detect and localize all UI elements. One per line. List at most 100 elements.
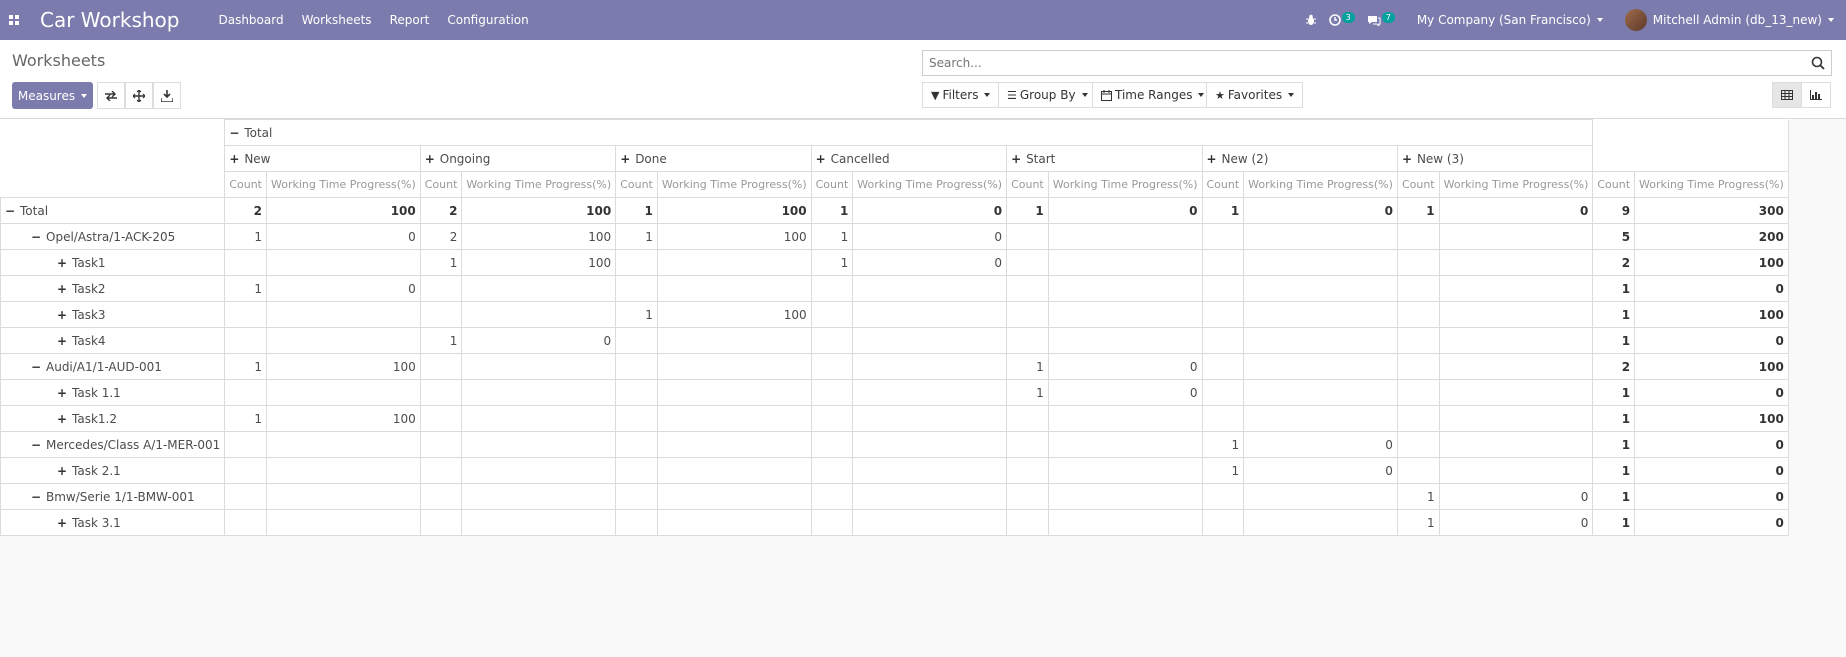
- measure-header-count[interactable]: Count: [1006, 171, 1049, 198]
- cell-count[interactable]: [1006, 457, 1049, 484]
- cell-progress[interactable]: [265, 509, 421, 536]
- menu-dashboard[interactable]: Dashboard: [209, 0, 292, 40]
- cell-count[interactable]: 2: [419, 197, 463, 224]
- cell-count[interactable]: [615, 275, 658, 302]
- row-header[interactable]: − Total: [0, 197, 226, 224]
- cell-total-count[interactable]: 1: [1592, 483, 1636, 510]
- measure-header-progress[interactable]: Working Time Progress(%): [852, 171, 1008, 198]
- cell-count[interactable]: [1201, 509, 1245, 536]
- cell-progress[interactable]: [1243, 353, 1398, 380]
- cell-progress[interactable]: [461, 405, 617, 432]
- cell-progress[interactable]: [461, 353, 617, 380]
- cell-total-count[interactable]: 1: [1592, 275, 1636, 302]
- col-header-status[interactable]: + Done: [615, 145, 812, 172]
- cell-progress[interactable]: [1438, 379, 1594, 406]
- cell-count[interactable]: [419, 301, 463, 328]
- app-brand[interactable]: Car Workshop: [40, 8, 179, 32]
- cell-count[interactable]: [1201, 275, 1245, 302]
- company-switcher[interactable]: My Company (San Francisco): [1417, 13, 1603, 27]
- cell-progress[interactable]: [1047, 483, 1203, 510]
- cell-count[interactable]: [1006, 223, 1049, 250]
- cell-progress[interactable]: 0: [461, 327, 617, 354]
- cell-count[interactable]: [810, 379, 854, 406]
- cell-progress[interactable]: [1243, 275, 1398, 302]
- cell-count[interactable]: 1: [224, 353, 267, 380]
- download-button[interactable]: [153, 82, 181, 109]
- col-header-status[interactable]: + New (3): [1396, 145, 1594, 172]
- cell-count[interactable]: [810, 457, 854, 484]
- cell-total-count[interactable]: 9: [1592, 197, 1636, 224]
- cell-progress[interactable]: 100: [461, 223, 617, 250]
- row-header[interactable]: + Task 1.1: [0, 379, 226, 406]
- cell-total-count[interactable]: 1: [1592, 327, 1636, 354]
- cell-progress[interactable]: 0: [1047, 379, 1203, 406]
- col-header-total[interactable]: − Total: [224, 119, 1594, 146]
- row-header[interactable]: + Task3: [0, 301, 226, 328]
- cell-progress[interactable]: [1047, 509, 1203, 536]
- cell-progress[interactable]: [1047, 327, 1203, 354]
- cell-progress[interactable]: 0: [265, 275, 421, 302]
- cell-progress[interactable]: 0: [1438, 509, 1594, 536]
- cell-count[interactable]: [419, 405, 463, 432]
- cell-progress[interactable]: 0: [852, 197, 1008, 224]
- cell-count[interactable]: [224, 431, 267, 458]
- messaging-menu[interactable]: 7: [1367, 11, 1395, 26]
- row-header[interactable]: + Task1: [0, 249, 226, 276]
- cell-count[interactable]: [615, 483, 658, 510]
- cell-count[interactable]: [1201, 379, 1245, 406]
- cell-progress[interactable]: 0: [1243, 431, 1398, 458]
- cell-count[interactable]: [224, 509, 267, 536]
- cell-count[interactable]: 1: [810, 197, 854, 224]
- cell-count[interactable]: 1: [615, 197, 658, 224]
- cell-count[interactable]: [615, 327, 658, 354]
- cell-progress[interactable]: 100: [265, 353, 421, 380]
- row-header[interactable]: − Mercedes/Class A/1-MER-001: [0, 431, 226, 458]
- cell-progress[interactable]: [1243, 249, 1398, 276]
- cell-total-count[interactable]: 2: [1592, 249, 1636, 276]
- col-header-status[interactable]: + Cancelled: [810, 145, 1008, 172]
- cell-count[interactable]: [810, 509, 854, 536]
- cell-progress[interactable]: [265, 483, 421, 510]
- cell-progress[interactable]: [1438, 431, 1594, 458]
- cell-count[interactable]: 1: [615, 223, 658, 250]
- col-header-status[interactable]: + New: [224, 145, 421, 172]
- flip-axis-button[interactable]: [97, 82, 125, 109]
- cell-count[interactable]: [1006, 405, 1049, 432]
- cell-count[interactable]: [1006, 509, 1049, 536]
- cell-progress[interactable]: [1047, 275, 1203, 302]
- measure-header-count[interactable]: Count: [1201, 171, 1245, 198]
- debug-bug-icon[interactable]: [1305, 14, 1317, 26]
- groupby-dropdown[interactable]: ☰ Group By: [998, 82, 1097, 108]
- cell-total-progress[interactable]: 100: [1634, 249, 1789, 276]
- cell-progress[interactable]: [1243, 379, 1398, 406]
- cell-count[interactable]: [810, 301, 854, 328]
- cell-count[interactable]: [1396, 275, 1440, 302]
- cell-count[interactable]: [1396, 249, 1440, 276]
- cell-count[interactable]: [615, 353, 658, 380]
- cell-progress[interactable]: 0: [852, 223, 1008, 250]
- cell-count[interactable]: 1: [1396, 483, 1440, 510]
- cell-count[interactable]: [615, 431, 658, 458]
- cell-total-progress[interactable]: 300: [1634, 197, 1789, 224]
- cell-total-count[interactable]: 2: [1592, 353, 1636, 380]
- cell-count[interactable]: 1: [1006, 379, 1049, 406]
- cell-progress[interactable]: 0: [1047, 197, 1203, 224]
- cell-count[interactable]: [224, 379, 267, 406]
- cell-count[interactable]: [1006, 483, 1049, 510]
- cell-progress[interactable]: [656, 405, 812, 432]
- cell-progress[interactable]: [656, 327, 812, 354]
- cell-progress[interactable]: [1047, 431, 1203, 458]
- cell-progress[interactable]: 100: [656, 301, 812, 328]
- cell-progress[interactable]: 100: [265, 197, 421, 224]
- cell-total-count[interactable]: 1: [1592, 457, 1636, 484]
- row-header[interactable]: + Task 3.1: [0, 509, 226, 536]
- col-header-status[interactable]: + New (2): [1201, 145, 1398, 172]
- cell-count[interactable]: 1: [1006, 353, 1049, 380]
- measure-header-count[interactable]: Count: [1396, 171, 1440, 198]
- cell-count[interactable]: [810, 327, 854, 354]
- cell-total-count[interactable]: 1: [1592, 379, 1636, 406]
- measure-header-progress[interactable]: Working Time Progress(%): [1438, 171, 1594, 198]
- cell-progress[interactable]: 0: [852, 249, 1008, 276]
- filters-dropdown[interactable]: ▼ Filters: [922, 82, 1000, 108]
- menu-report[interactable]: Report: [381, 0, 439, 40]
